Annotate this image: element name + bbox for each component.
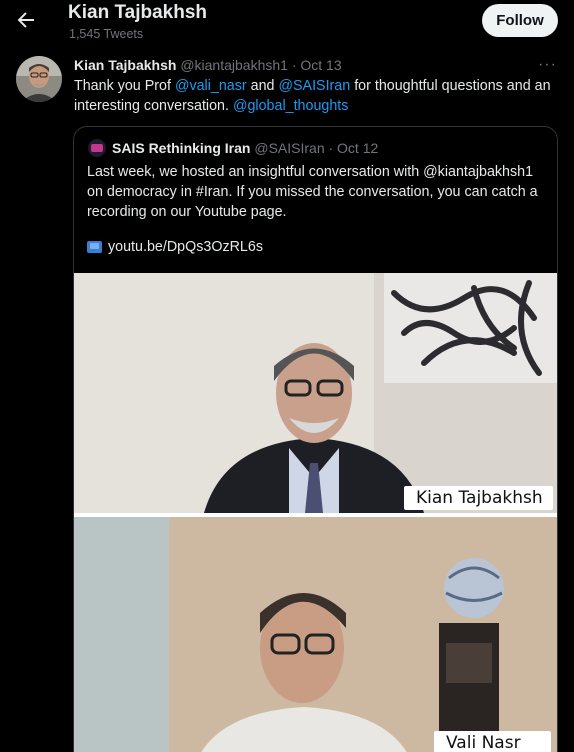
video-thumbnail[interactable]: Kian Tajbakhsh Vali Nasr — [74, 273, 557, 752]
back-arrow-icon[interactable] — [14, 8, 38, 32]
author-name[interactable]: Kian Tajbakhsh — [74, 57, 176, 73]
quoted-handle-date: @SAISIran · Oct 12 — [254, 140, 379, 156]
tweet-text-mid: and — [246, 78, 279, 94]
tweet-header: Kian Tajbakhsh @kiantajbakhsh1 · Oct 13 — [74, 57, 342, 73]
more-options-icon[interactable]: ··· — [538, 56, 557, 74]
avatar[interactable] — [16, 56, 62, 102]
quoted-tweet[interactable]: SAIS Rethinking Iran @SAISIran · Oct 12 … — [73, 126, 558, 752]
profile-header: Kian Tajbakhsh 1,545 Tweets Follow — [0, 0, 574, 46]
sais-logo-icon — [88, 139, 106, 157]
youtube-link-text[interactable]: youtu.be/DpQs3OzRL6s — [108, 239, 263, 255]
quoted-author-name: SAIS Rethinking Iran — [112, 140, 251, 156]
follow-button[interactable]: Follow — [482, 4, 558, 37]
caption-vali-nasr: Vali Nasr — [434, 731, 551, 752]
mention-vali-nasr[interactable]: @vali_nasr — [175, 78, 247, 94]
quoted-tweet-text: Last week, we hosted an insightful conve… — [87, 164, 538, 220]
youtube-link[interactable]: youtu.be/DpQs3OzRL6s — [87, 239, 263, 255]
tweet-count: 1,545 Tweets — [69, 27, 144, 41]
mention-saisiran[interactable]: @SAISIran — [278, 78, 350, 94]
tweet-text: Thank you Prof @vali_nasr and @SAISIran … — [74, 77, 554, 116]
mention-global-thoughts[interactable]: @global_thoughts — [233, 98, 348, 114]
caption-kian-tajbakhsh: Kian Tajbakhsh — [404, 486, 553, 510]
tv-icon — [87, 241, 102, 253]
quoted-tweet-header: SAIS Rethinking Iran @SAISIran · Oct 12 — [88, 139, 378, 157]
author-handle-date[interactable]: @kiantajbakhsh1 · Oct 13 — [180, 57, 341, 73]
profile-name: Kian Tajbakhsh — [68, 2, 208, 23]
tweet-text-pre: Thank you Prof — [74, 78, 175, 94]
